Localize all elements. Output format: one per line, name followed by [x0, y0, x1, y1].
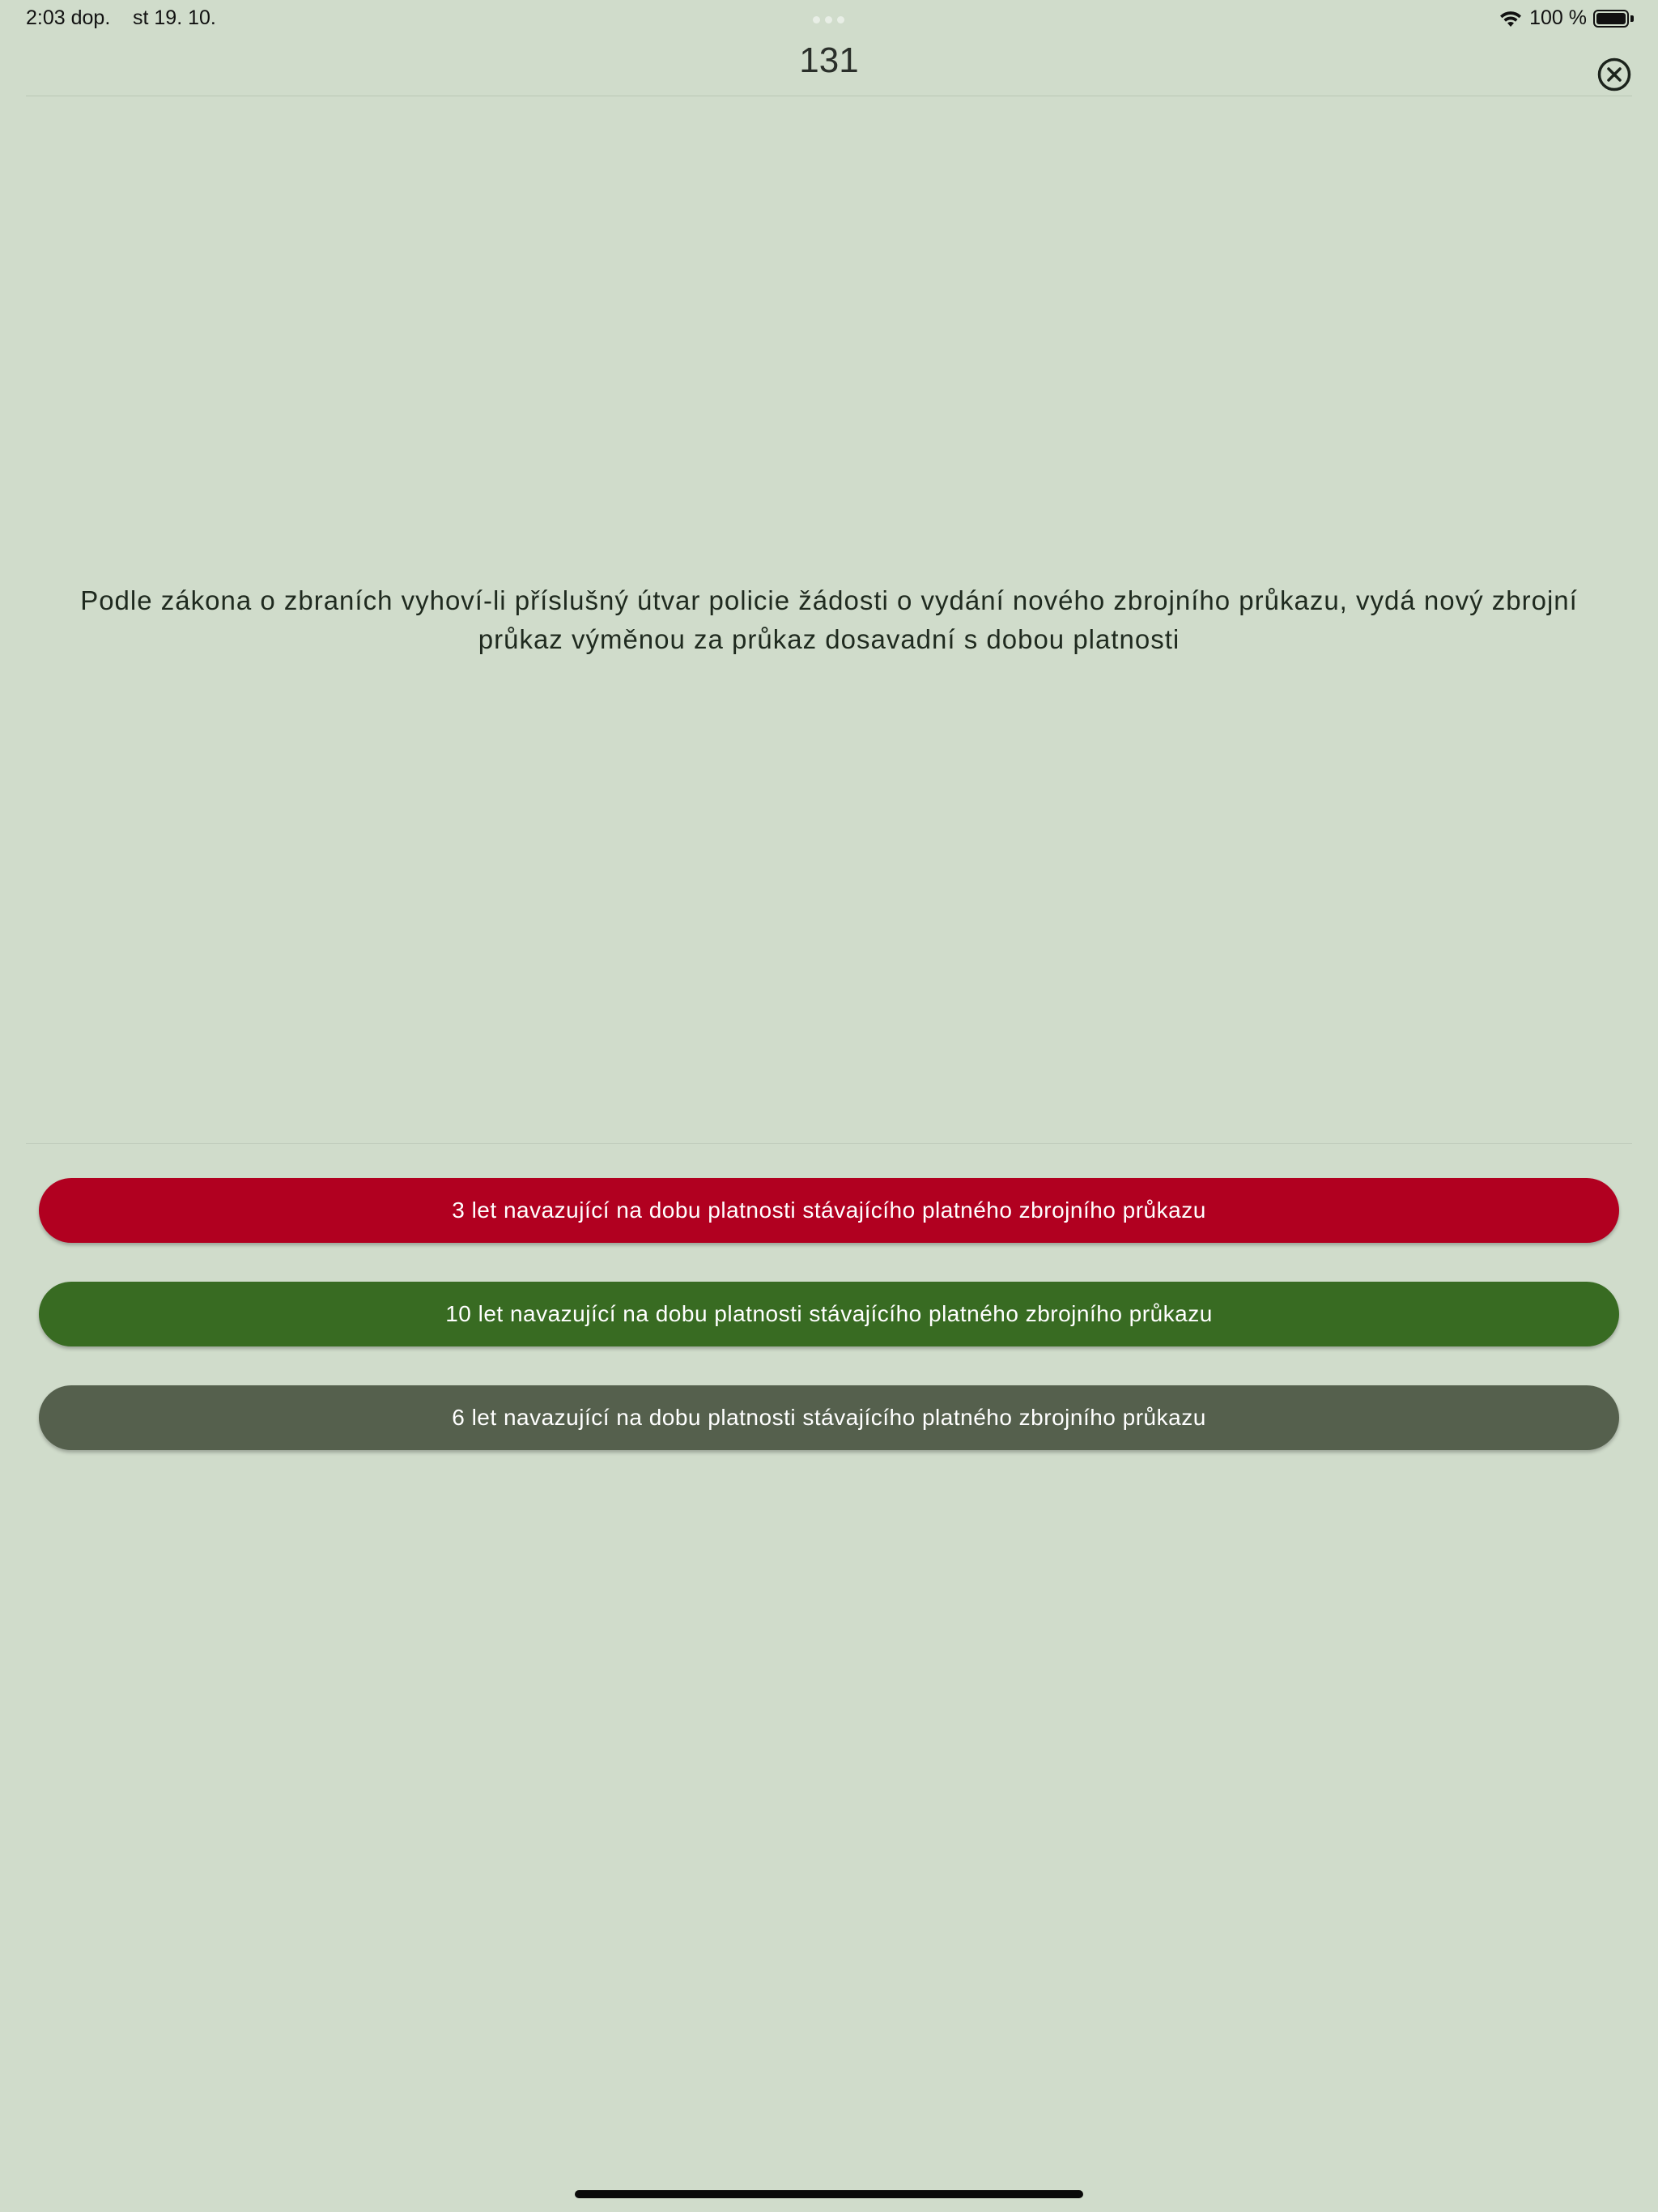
status-date: st 19. 10. [133, 6, 216, 29]
home-indicator[interactable] [575, 2190, 1083, 2198]
status-time: 2:03 dop. [26, 6, 111, 29]
answer-button-2[interactable]: 10 let navazující na dobu platnosti stáv… [39, 1282, 1619, 1346]
answer-button-1[interactable]: 3 let navazující na dobu platnosti stáva… [39, 1178, 1619, 1243]
battery-percent: 100 % [1529, 6, 1587, 29]
close-circle-icon [1597, 57, 1631, 91]
battery-icon [1593, 9, 1634, 28]
wifi-icon [1500, 11, 1522, 27]
question-number-title: 131 [799, 40, 859, 80]
close-button[interactable] [1596, 57, 1632, 92]
divider [26, 1143, 1632, 1144]
header: 131 [26, 39, 1632, 96]
question-text: Podle zákona o zbraních vyhoví-li příslu… [80, 585, 1578, 654]
answer-list: 3 let navazující na dobu platnosti stáva… [39, 1178, 1619, 1489]
status-bar: 2:03 dop. st 19. 10. 100 % [0, 0, 1658, 39]
multitasking-dots-icon[interactable] [813, 16, 844, 23]
status-indicators: 100 % [1499, 6, 1634, 30]
answer-button-3[interactable]: 6 let navazující na dobu platnosti stáva… [39, 1385, 1619, 1450]
